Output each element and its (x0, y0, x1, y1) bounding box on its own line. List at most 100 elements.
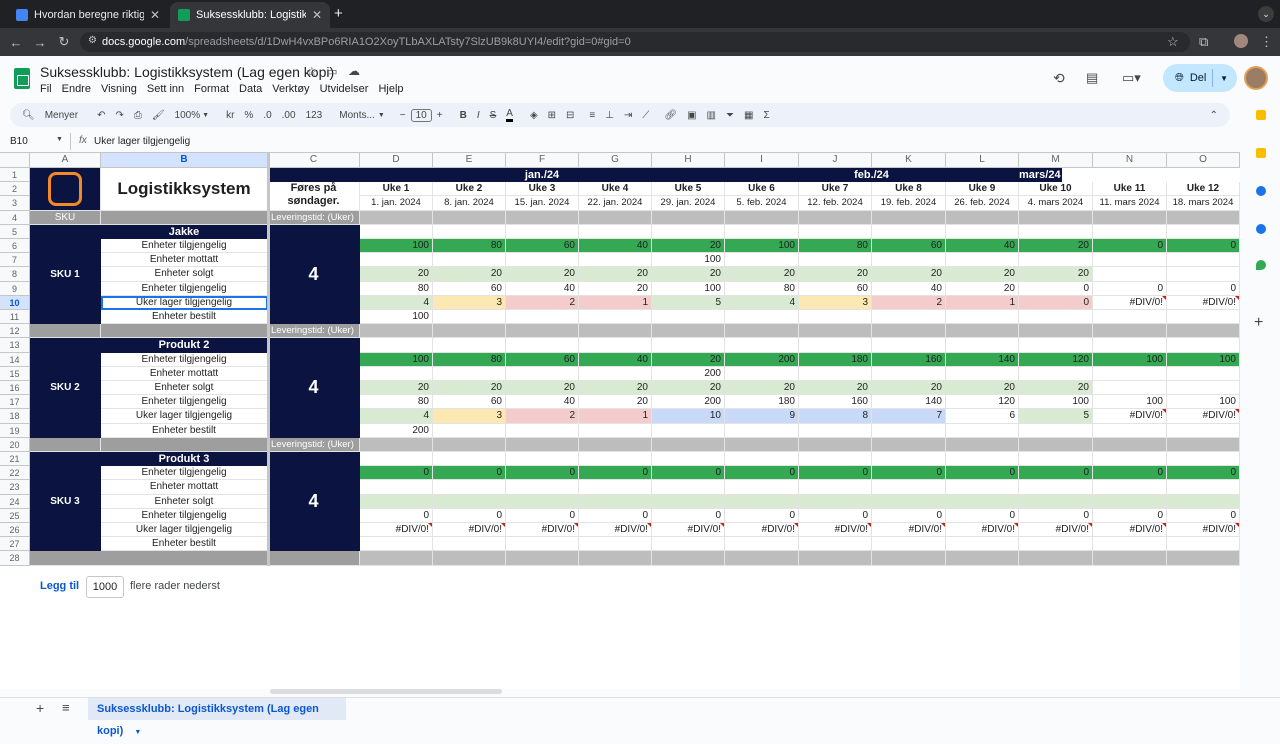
add-addon-icon[interactable]: + (1254, 314, 1263, 332)
cell[interactable] (872, 224, 946, 239)
column-header-b[interactable]: B (101, 153, 268, 168)
data-cell[interactable]: 100 (1019, 395, 1093, 410)
data-cell[interactable]: 20 (725, 381, 799, 396)
menu-insert[interactable]: Sett inn (147, 83, 184, 95)
data-cell[interactable]: 20 (579, 281, 652, 296)
data-cell[interactable]: 140 (872, 395, 946, 410)
data-cell[interactable]: 20 (506, 267, 579, 282)
data-cell[interactable]: 80 (360, 395, 433, 410)
separator[interactable] (652, 551, 725, 566)
week-date[interactable]: 22. jan. 2024 (579, 196, 652, 211)
data-cell[interactable]: 20 (799, 267, 872, 282)
data-cell[interactable] (946, 480, 1019, 495)
data-cell[interactable]: 200 (652, 395, 725, 410)
cell[interactable] (725, 452, 799, 467)
data-cell[interactable]: #DIV/0! (1093, 523, 1167, 538)
data-cell[interactable] (725, 537, 799, 552)
lead-time-label[interactable]: Leveringstid: (Uker) (268, 210, 360, 225)
data-cell[interactable] (799, 310, 872, 325)
font-chevron-icon[interactable]: ▼ (378, 112, 385, 119)
data-cell[interactable] (1019, 494, 1093, 509)
account-avatar[interactable] (1244, 66, 1268, 90)
sku-label[interactable]: SKU 1 (30, 224, 101, 325)
separator[interactable] (506, 437, 579, 452)
star-icon[interactable]: ☆ (306, 64, 318, 80)
data-cell[interactable] (360, 480, 433, 495)
data-cell[interactable]: 0 (506, 466, 579, 481)
separator[interactable] (579, 551, 652, 566)
week-date[interactable]: 1. jan. 2024 (360, 196, 433, 211)
data-cell[interactable] (799, 366, 872, 381)
number-format[interactable]: 123 (306, 110, 323, 121)
row-header-21[interactable]: 21 (0, 452, 30, 467)
data-cell[interactable] (1093, 253, 1167, 268)
share-button[interactable]: 🌐︎ Del ▼ (1163, 64, 1237, 92)
row-label[interactable]: Enheter mottatt (101, 366, 268, 381)
separator[interactable] (652, 210, 725, 225)
horizontal-scrollbar[interactable] (270, 689, 502, 694)
week-header[interactable]: Uke 11 (1093, 182, 1167, 197)
separator[interactable] (579, 324, 652, 339)
separator[interactable] (360, 210, 433, 225)
data-cell[interactable] (1093, 381, 1167, 396)
row-header-6[interactable]: 6 (0, 239, 30, 254)
data-cell[interactable]: 4 (725, 295, 799, 310)
data-cell[interactable]: 0 (799, 508, 872, 523)
data-cell[interactable]: 20 (579, 267, 652, 282)
separator[interactable] (268, 551, 360, 566)
data-cell[interactable]: 100 (1167, 395, 1240, 410)
cell[interactable] (579, 452, 652, 467)
data-cell[interactable] (1093, 366, 1167, 381)
forward-icon[interactable]: → (28, 35, 52, 50)
cell[interactable] (1167, 338, 1240, 353)
data-cell[interactable]: 20 (652, 381, 725, 396)
separator[interactable] (101, 437, 268, 452)
maps-icon[interactable] (1256, 260, 1266, 270)
separator[interactable] (1019, 437, 1093, 452)
data-cell[interactable]: 2 (872, 295, 946, 310)
week-date[interactable]: 8. jan. 2024 (433, 196, 506, 211)
row-label[interactable]: Enheter bestilt (101, 310, 268, 325)
row-header-9[interactable]: 9 (0, 281, 30, 296)
data-cell[interactable]: 20 (579, 395, 652, 410)
data-cell[interactable] (1093, 423, 1167, 438)
data-cell[interactable]: 0 (725, 466, 799, 481)
column-header-e[interactable]: E (433, 153, 506, 168)
data-cell[interactable] (946, 253, 1019, 268)
data-cell[interactable]: #DIV/0! (579, 523, 652, 538)
sheet-tab-active[interactable]: Suksessklubb: Logistikksystem (Lag egen … (88, 698, 346, 737)
reload-icon[interactable]: ↻ (52, 34, 76, 50)
data-cell[interactable] (1093, 537, 1167, 552)
data-cell[interactable]: 1 (946, 295, 1019, 310)
cell[interactable] (579, 338, 652, 353)
data-cell[interactable]: 200 (652, 366, 725, 381)
text-rotate-icon[interactable]: ⟋ (642, 110, 649, 121)
data-cell[interactable]: 0 (1093, 508, 1167, 523)
sku-label[interactable]: SKU 3 (30, 452, 101, 552)
meet-icon[interactable]: ▭▾ (1122, 70, 1141, 86)
data-cell[interactable]: 3 (433, 295, 506, 310)
font-size-plus-icon[interactable]: + (437, 110, 443, 121)
currency-format[interactable]: kr (226, 110, 234, 121)
menu-data[interactable]: Data (239, 83, 262, 95)
data-cell[interactable]: 0 (1019, 295, 1093, 310)
bold-button[interactable]: B (460, 110, 467, 121)
row-label[interactable]: Enheter solgt (101, 381, 268, 396)
separator[interactable] (946, 437, 1019, 452)
week-date[interactable]: 15. jan. 2024 (506, 196, 579, 211)
data-cell[interactable]: 0 (1167, 466, 1240, 481)
data-cell[interactable] (872, 494, 946, 509)
separator[interactable] (725, 210, 799, 225)
sku-separator[interactable] (30, 437, 101, 452)
row-header-16[interactable]: 16 (0, 381, 30, 396)
data-cell[interactable]: 80 (433, 239, 506, 254)
data-cell[interactable] (360, 537, 433, 552)
row-header-22[interactable]: 22 (0, 466, 30, 481)
data-cell[interactable]: 100 (725, 239, 799, 254)
collapse-toolbar-icon[interactable]: ⌃ (1210, 110, 1218, 121)
separator[interactable] (30, 551, 268, 566)
data-cell[interactable]: 20 (946, 281, 1019, 296)
data-cell[interactable]: 10 (652, 409, 725, 424)
row-header-26[interactable]: 26 (0, 523, 30, 538)
data-cell[interactable]: 40 (579, 352, 652, 367)
